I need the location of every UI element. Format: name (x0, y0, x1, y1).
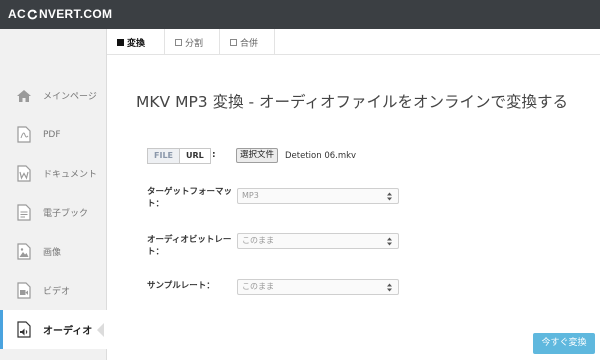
tab-split[interactable]: 分割 (165, 29, 220, 55)
tab-label: 変換 (127, 38, 146, 49)
sidebar-item-document[interactable]: ドキュメント (0, 154, 107, 193)
sidebar-item-ebook[interactable]: 電子ブック (0, 193, 107, 232)
image-icon (15, 243, 33, 261)
sidebar-item-audio[interactable]: オーディオ (0, 310, 108, 349)
select-arrows-icon (387, 192, 392, 201)
source-toggle: FILE URL (147, 148, 211, 164)
label-line: ターゲットフォーマッ (147, 187, 233, 197)
label-line: サンプルレート： (147, 281, 215, 291)
sidebar-item-label: オーディオ (43, 326, 93, 337)
choose-file-button[interactable]: 選択文件 (236, 148, 279, 163)
word-document-icon (15, 165, 33, 183)
target-format-label: ターゲットフォーマッ ト： (147, 186, 232, 210)
sidebar-item-label: 画像 (43, 248, 62, 258)
sidebar-item-image[interactable]: 画像 (0, 232, 107, 271)
tab-merge[interactable]: 合併 (220, 29, 275, 55)
label-line: ト： (147, 199, 165, 209)
label-line: ト： (147, 247, 165, 257)
sidebar-item-video[interactable]: ビデオ (0, 271, 107, 310)
sidebar-item-label: 電子ブック (43, 209, 89, 219)
logo-refresh-icon (27, 9, 38, 20)
tab-convert[interactable]: 変換 (107, 29, 165, 55)
sample-rate-label: サンプルレート： (147, 280, 215, 292)
source-colon: : (212, 150, 216, 160)
url-source-button[interactable]: URL (180, 148, 211, 164)
select-arrows-icon (387, 283, 392, 292)
logo-text-left: AC (8, 7, 26, 21)
sidebar-item-home[interactable]: メインページ (0, 76, 107, 115)
pdf-file-icon (15, 126, 33, 144)
tab-label: 合併 (240, 38, 259, 49)
select-value: このまま (242, 236, 274, 245)
file-source-button[interactable]: FILE (147, 148, 181, 164)
audio-bitrate-select[interactable]: このまま (237, 233, 399, 249)
site-logo[interactable]: AC NVERT.COM (8, 7, 112, 21)
audio-icon (15, 321, 33, 339)
sidebar-item-label: ビデオ (43, 287, 71, 297)
page-title: MKV MP3 変換 - オーディオファイルをオンラインで変換する (136, 93, 568, 111)
audio-bitrate-label: オーディオビットレー ト： (147, 234, 231, 258)
checkbox-filled-icon (117, 38, 124, 46)
logo-text-right: NVERT.COM (38, 7, 113, 21)
sidebar: メインページ PDF ドキュメント 電子ブック 画像 ビデオ オーディオ (0, 29, 108, 360)
target-format-select[interactable]: MP3 (237, 188, 399, 204)
tab-bar: 変換 分割 合併 (107, 29, 600, 55)
checkbox-empty-icon (230, 38, 237, 46)
tab-label: 分割 (185, 38, 204, 49)
sidebar-item-pdf[interactable]: PDF (0, 115, 107, 154)
select-value: MP3 (242, 191, 259, 200)
label-line: オーディオビットレー (147, 235, 232, 245)
convert-now-button[interactable]: 今すぐ変換 (533, 333, 595, 354)
ebook-icon (15, 204, 33, 222)
sample-rate-select[interactable]: このまま (237, 279, 399, 295)
checkbox-empty-icon (175, 38, 182, 46)
sidebar-item-label: ドキュメント (43, 170, 98, 180)
select-value: このまま (242, 282, 274, 291)
sidebar-item-label: PDF (43, 129, 61, 140)
select-arrows-icon (387, 237, 392, 246)
home-icon (15, 87, 33, 105)
top-bar: AC NVERT.COM (0, 0, 600, 29)
sidebar-item-label: メインページ (43, 92, 97, 102)
selected-file-name: Detetion 06.mkv (285, 151, 357, 161)
video-icon (15, 282, 33, 300)
